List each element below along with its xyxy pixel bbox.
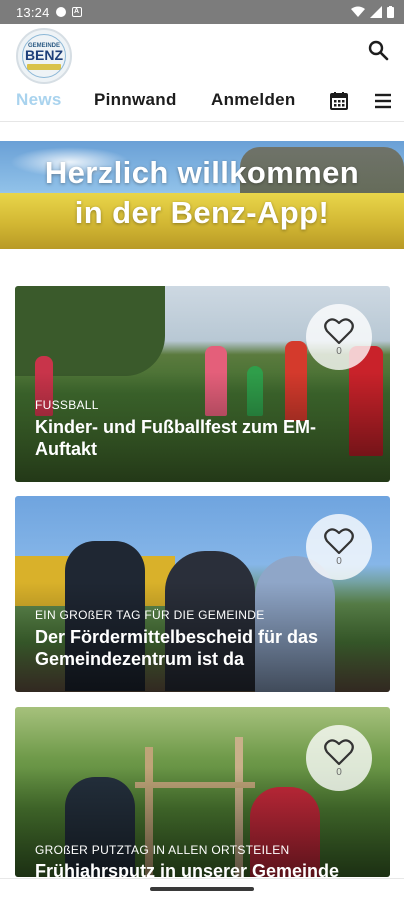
- home-gesture-handle[interactable]: [150, 887, 254, 891]
- main-nav: News Pinnwand Anmelden: [0, 84, 404, 122]
- like-button[interactable]: 0: [306, 304, 372, 370]
- card-category: GROßER PUTZTAG IN ALLEN ORTSTEILEN: [35, 843, 290, 857]
- status-time: 13:24: [16, 4, 50, 20]
- benz-logo[interactable]: GEMEINDE BENZ: [16, 28, 72, 84]
- like-count: 0: [336, 767, 342, 778]
- logo-ring: [22, 34, 66, 78]
- app-header: GEMEINDE BENZ: [0, 24, 404, 84]
- wifi-icon: [351, 6, 365, 17]
- heart-icon: [324, 528, 354, 555]
- search-icon[interactable]: [366, 38, 390, 62]
- like-button[interactable]: 0: [306, 514, 372, 580]
- notification-dot-icon: [55, 7, 66, 17]
- tab-news[interactable]: News: [16, 90, 62, 110]
- notification-app-icon: A: [71, 7, 82, 17]
- news-card[interactable]: 0 GROßER PUTZTAG IN ALLEN ORTSTEILEN Frü…: [15, 707, 390, 877]
- signal-icon: [370, 6, 382, 18]
- banner-text: Herzlich willkommen in der Benz-App!: [0, 153, 404, 233]
- card-title: Der Fördermittelbescheid für das Gemeind…: [35, 627, 319, 669]
- card-title: Frühjahrsputz in unserer Gemeinde: [35, 861, 340, 877]
- news-card[interactable]: 0 FUSSBALL Kinder- und Fußballfest zum E…: [15, 286, 390, 482]
- banner-line-2: in der Benz-App!: [74, 195, 330, 230]
- welcome-banner: Herzlich willkommen in der Benz-App!: [0, 141, 404, 249]
- like-count: 0: [336, 556, 342, 567]
- status-bar: 13:24 A: [0, 0, 404, 24]
- card-category: FUSSBALL: [35, 398, 99, 412]
- like-button[interactable]: 0: [306, 725, 372, 791]
- card-title: Kinder- und Fußballfest zum EM-Auftakt: [35, 417, 316, 459]
- menu-icon[interactable]: [372, 90, 394, 112]
- tab-anmelden[interactable]: Anmelden: [211, 90, 296, 110]
- battery-icon: [387, 6, 394, 18]
- banner-line-1: Herzlich willkommen: [44, 155, 360, 190]
- like-count: 0: [336, 346, 342, 357]
- news-card[interactable]: 0 EIN GROßER TAG FÜR DIE GEMEINDE Der Fö…: [15, 496, 390, 692]
- card-category: EIN GROßER TAG FÜR DIE GEMEINDE: [35, 608, 265, 622]
- tab-pinnwand[interactable]: Pinnwand: [94, 90, 177, 110]
- heart-icon: [324, 318, 354, 345]
- system-gesture-bar: [0, 878, 404, 900]
- heart-icon: [324, 739, 354, 766]
- calendar-icon[interactable]: [328, 90, 350, 112]
